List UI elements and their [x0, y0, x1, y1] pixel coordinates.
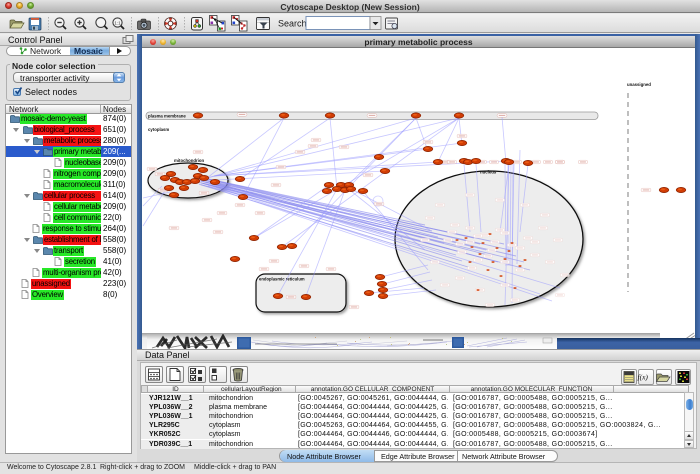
svg-text:f(x): f(x) — [638, 373, 649, 382]
svg-text:plasma membrane: plasma membrane — [148, 114, 186, 119]
svg-text:1:1: 1:1 — [114, 20, 121, 25]
svg-text:mitochondrion: mitochondrion — [174, 158, 204, 163]
svg-text:endoplasmic reticulum: endoplasmic reticulum — [259, 277, 305, 282]
svg-text:cytoplasm: cytoplasm — [148, 127, 169, 132]
svg-text:Search:: Search: — [278, 19, 309, 29]
svg-text:unassigned: unassigned — [627, 82, 651, 87]
svg-text:nucleus: nucleus — [480, 170, 497, 175]
